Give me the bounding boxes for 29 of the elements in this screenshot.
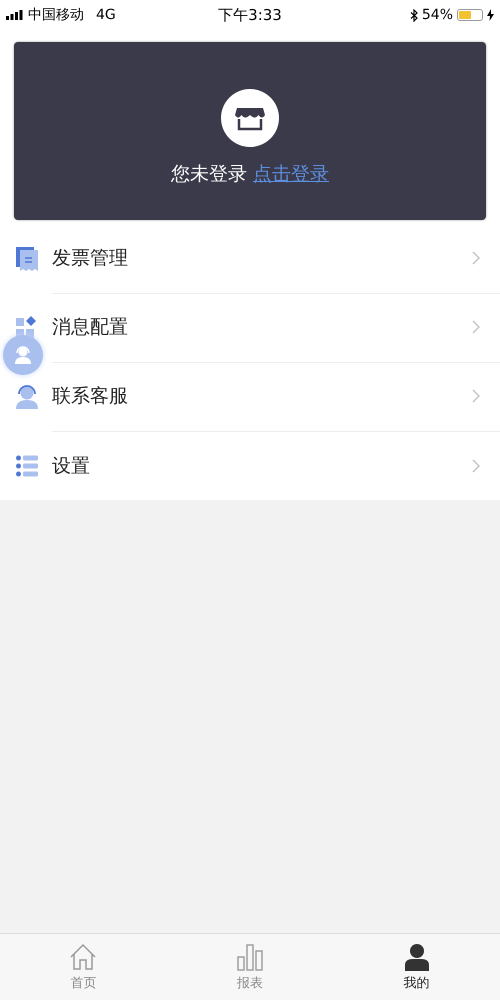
shop-icon [221, 89, 279, 147]
headset-person-icon [14, 346, 32, 364]
carrier-name: 中国移动 [28, 6, 84, 24]
headset-person-icon [16, 384, 38, 408]
battery-percent: 54% [422, 7, 453, 23]
menu-label: 发票管理 [52, 246, 128, 271]
chevron-right-icon [472, 251, 480, 265]
bar-chart-icon [236, 942, 264, 970]
customer-service-button[interactable] [3, 335, 43, 375]
chevron-right-icon [472, 389, 480, 403]
document-icon [16, 246, 38, 270]
chevron-right-icon [472, 458, 480, 472]
login-status: 您未登录 [171, 162, 247, 187]
menu-item[interactable]: 发票管理 [0, 224, 500, 293]
tab[interactable]: 我的 [333, 934, 500, 1000]
menu-label: 设置 [52, 454, 90, 478]
menu-label: 联系客服 [52, 384, 128, 409]
clock-time: 下午3:33 [218, 6, 282, 24]
signal-icon [6, 10, 24, 20]
network-type: 4G [96, 7, 116, 23]
home-icon [69, 942, 98, 970]
person-icon [402, 942, 431, 970]
charging-icon [487, 9, 494, 21]
list-icon [16, 454, 38, 476]
chevron-right-icon [472, 320, 480, 334]
bluetooth-icon [410, 8, 418, 22]
menu-label: 消息配置 [52, 315, 128, 340]
menu-item[interactable]: 设置 [0, 431, 500, 500]
battery-icon [457, 9, 483, 21]
